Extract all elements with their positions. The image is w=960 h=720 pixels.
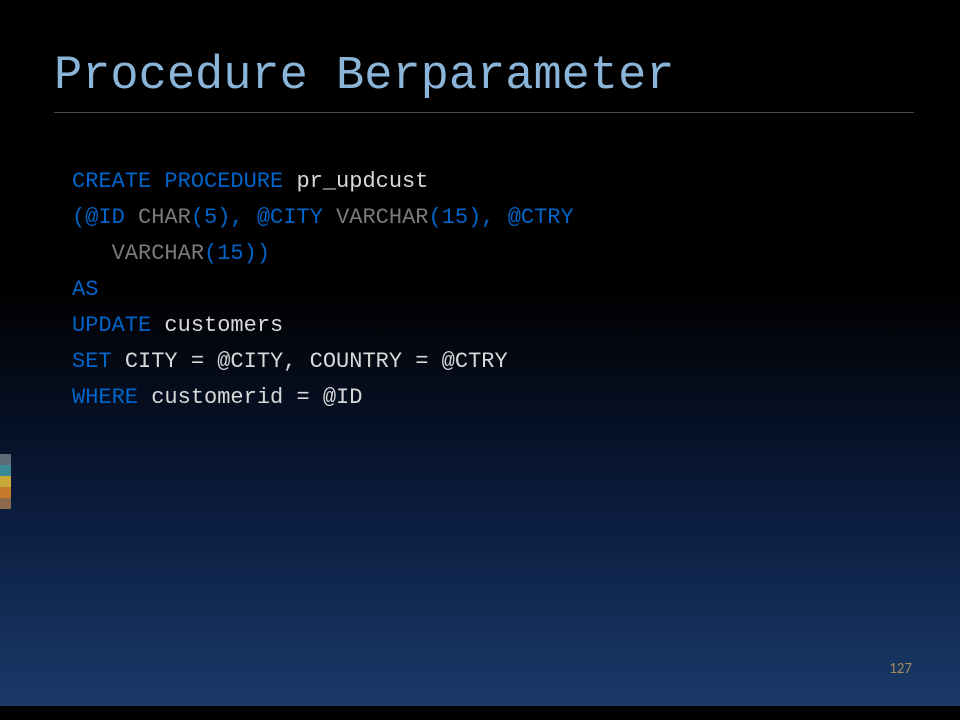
accent-square [0, 454, 11, 465]
keyword: WHERE [72, 385, 151, 410]
page-number: 127 [889, 660, 912, 678]
code-text: (@ID [72, 205, 138, 230]
sql-code-block: CREATE PROCEDURE pr_updcust (@ID CHAR(5)… [72, 164, 587, 416]
accent-square [0, 476, 11, 487]
accent-square [0, 465, 11, 476]
top-bar [0, 0, 960, 14]
code-text: (15)) [204, 241, 270, 266]
code-text: (15), @CTRY [428, 205, 586, 230]
slide: Procedure Berparameter CREATE PROCEDURE … [0, 0, 960, 720]
code-text: CITY = @CITY, COUNTRY = @CTRY [125, 349, 508, 374]
datatype: VARCHAR [336, 205, 428, 230]
accent-square [0, 487, 11, 498]
slide-body: Procedure Berparameter CREATE PROCEDURE … [0, 14, 960, 706]
keyword: SET [72, 349, 125, 374]
code-text: (5), @CITY [191, 205, 336, 230]
indent [72, 241, 112, 266]
keyword: CREATE PROCEDURE [72, 169, 296, 194]
code-text: customerid = @ID [151, 385, 362, 410]
keyword: AS [72, 277, 98, 302]
datatype: CHAR [138, 205, 191, 230]
accent-square [0, 498, 11, 509]
keyword: UPDATE [72, 313, 164, 338]
identifier: customers [164, 313, 283, 338]
slide-title: Procedure Berparameter [54, 50, 675, 103]
accent-color-strip [0, 454, 11, 509]
title-underline [54, 112, 914, 113]
identifier: pr_updcust [296, 169, 428, 194]
datatype: VARCHAR [112, 241, 204, 266]
